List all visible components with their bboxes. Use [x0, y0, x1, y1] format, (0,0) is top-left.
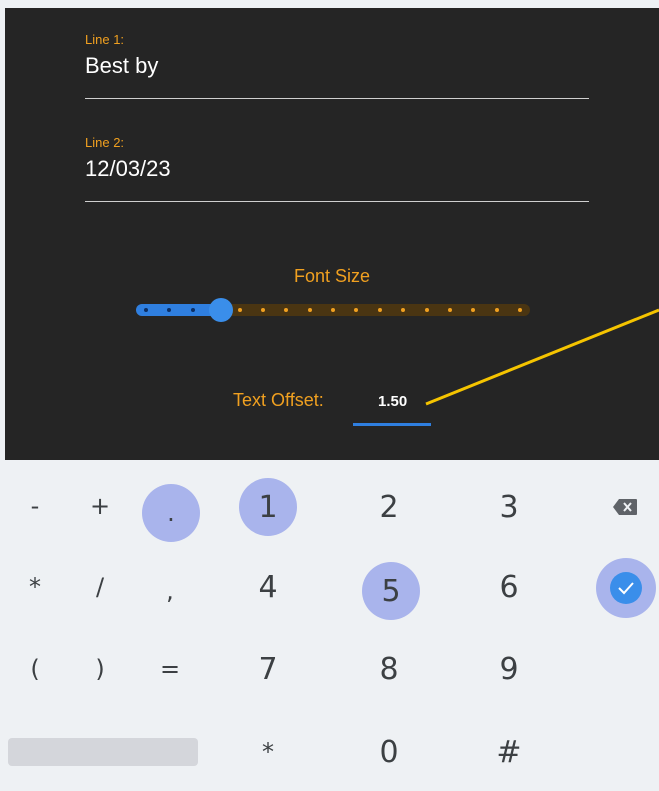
key-plus[interactable]: +	[80, 478, 120, 534]
key-0[interactable]: 0	[360, 724, 418, 780]
enter-key-inner	[610, 572, 642, 604]
key-7[interactable]: 7	[239, 640, 297, 698]
key-hash[interactable]: #	[480, 724, 538, 780]
space-key[interactable]	[8, 738, 198, 766]
backspace-key[interactable]	[600, 484, 650, 530]
backspace-icon	[613, 499, 637, 515]
key-4[interactable]: 4	[239, 558, 297, 616]
key-decimal[interactable]: .	[142, 484, 200, 542]
key-star[interactable]: *	[239, 724, 297, 780]
numeric-keyboard: - + . 1 2 3 * / , 4 5 6 ( ) = 7 8 9 * 0 …	[0, 460, 659, 791]
key-1[interactable]: 1	[239, 478, 297, 536]
key-equals[interactable]: =	[150, 640, 190, 698]
key-slash[interactable]: /	[80, 558, 120, 616]
key-8[interactable]: 8	[360, 640, 418, 698]
key-2[interactable]: 2	[360, 478, 418, 536]
key-9[interactable]: 9	[480, 640, 538, 698]
key-comma[interactable]: ,	[150, 562, 190, 620]
enter-key[interactable]	[596, 558, 656, 618]
key-minus[interactable]: -	[15, 478, 55, 534]
key-open-paren[interactable]: (	[15, 640, 55, 698]
key-close-paren[interactable]: )	[80, 640, 120, 698]
key-5[interactable]: 5	[362, 562, 420, 620]
key-asterisk[interactable]: *	[15, 558, 55, 616]
key-3[interactable]: 3	[480, 478, 538, 536]
check-icon	[618, 582, 634, 595]
key-6[interactable]: 6	[480, 558, 538, 616]
callout-line	[425, 308, 659, 406]
